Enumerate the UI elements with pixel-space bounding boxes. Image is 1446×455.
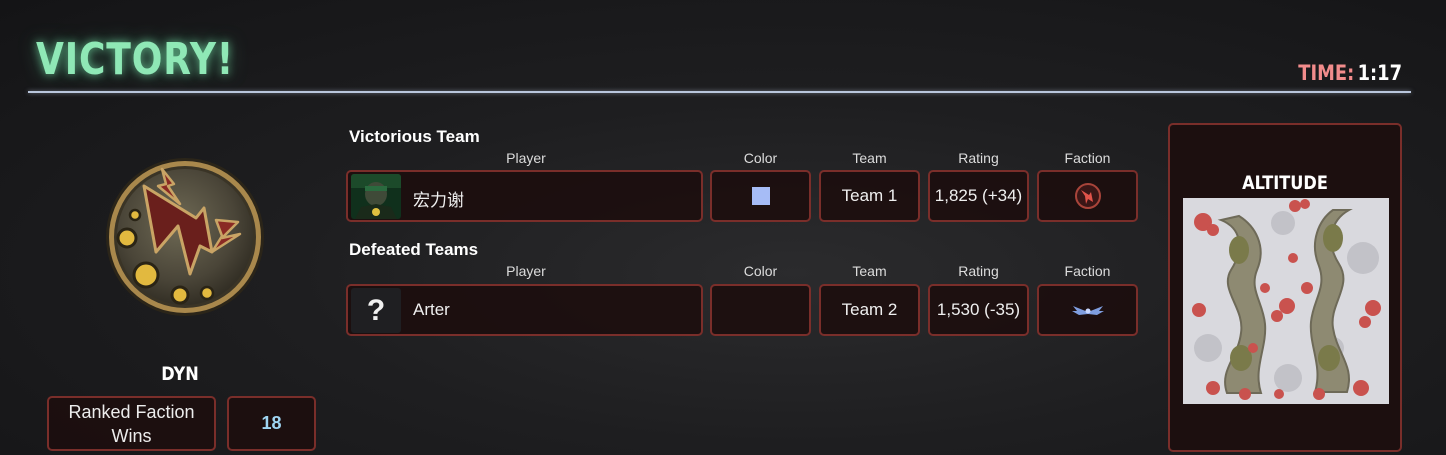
column-color: Color bbox=[743, 150, 778, 166]
map-panel: ALTITUDE bbox=[1168, 123, 1402, 452]
column-faction: Faction bbox=[1064, 150, 1111, 166]
ranked-faction-wins-value: 18 bbox=[227, 396, 316, 451]
victor-player-cell[interactable]: 宏力谢 bbox=[346, 170, 703, 222]
map-name: ALTITUDE bbox=[1242, 172, 1328, 194]
defeated-team-cell: Team 2 bbox=[819, 284, 920, 336]
victorious-team-heading: Victorious Team bbox=[349, 127, 480, 146]
defeated-player-name: Arter bbox=[413, 300, 450, 319]
victor-color-cell bbox=[710, 170, 811, 222]
column-team: Team bbox=[852, 150, 887, 166]
column-player: Player bbox=[506, 263, 546, 279]
player-name: DYN bbox=[161, 363, 199, 385]
defeated-faction-cell bbox=[1037, 284, 1138, 336]
unknown-player-icon: ? bbox=[351, 288, 401, 333]
column-team: Team bbox=[852, 263, 887, 279]
time-label: TIME: bbox=[1298, 61, 1355, 85]
page-title: VICTORY! bbox=[36, 34, 235, 85]
header-divider bbox=[28, 91, 1411, 93]
victor-team-cell: Team 1 bbox=[819, 170, 920, 222]
defeated-rating-cell: 1,530 (-35) bbox=[928, 284, 1029, 336]
time-value: 1:17 bbox=[1357, 61, 1402, 85]
defeated-teams-heading: Defeated Teams bbox=[349, 240, 479, 259]
defeated-color-cell bbox=[710, 284, 811, 336]
column-rating: Rating bbox=[958, 150, 999, 166]
minimap-preview bbox=[1183, 198, 1389, 404]
defeated-player-cell[interactable]: ? Arter bbox=[346, 284, 703, 336]
column-color: Color bbox=[743, 263, 778, 279]
column-faction: Faction bbox=[1064, 263, 1111, 279]
commander-portrait-icon bbox=[351, 174, 401, 219]
blue-wings-faction-icon bbox=[1071, 306, 1104, 315]
unknown-player-glyph: ? bbox=[366, 293, 386, 327]
victor-rating-cell: 1,825 (+34) bbox=[928, 170, 1029, 222]
red-faction-icon bbox=[1074, 183, 1101, 209]
ranked-faction-wins-label: Ranked Faction Wins bbox=[47, 396, 216, 451]
column-rating: Rating bbox=[958, 263, 999, 279]
column-player: Player bbox=[506, 150, 546, 166]
player-color-swatch bbox=[751, 187, 770, 205]
victor-player-name: 宏力谢 bbox=[413, 191, 464, 210]
victor-faction-cell bbox=[1037, 170, 1138, 222]
faction-lightning-emblem-icon bbox=[106, 158, 264, 316]
match-time: TIME: 1:17 bbox=[1298, 61, 1402, 85]
